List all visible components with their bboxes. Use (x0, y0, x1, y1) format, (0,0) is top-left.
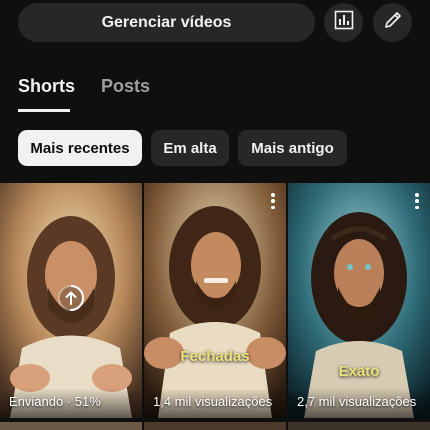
bar-chart-icon (334, 10, 354, 35)
thumbnail-overlay-text: Exato (338, 363, 380, 380)
thumbnail-overlay-text: Fechadas (180, 348, 250, 365)
chip-em-alta[interactable]: Em alta (151, 130, 229, 166)
short-card-peek (288, 422, 430, 430)
pencil-icon (383, 10, 403, 35)
chip-mais-recentes[interactable]: Mais recentes (18, 130, 142, 166)
next-row-peek (0, 422, 430, 430)
content-tabs: Shorts Posts (0, 68, 430, 114)
chip-mais-antigo[interactable]: Mais antigo (238, 130, 347, 166)
short-thumbnail (144, 183, 286, 418)
short-card-uploading[interactable]: Enviando · 51% (0, 183, 142, 418)
view-count: 2,7 mil visualizações (297, 394, 417, 409)
short-card[interactable]: Fechadas 1,4 mil visualizações (144, 183, 286, 418)
upload-progress-ring (56, 283, 86, 313)
edit-channel-button[interactable] (373, 3, 412, 42)
more-vert-icon[interactable] (270, 193, 276, 209)
view-count: 1,4 mil visualizações (153, 394, 273, 409)
tab-shorts[interactable]: Shorts (18, 76, 75, 97)
upload-status: Enviando · 51% (9, 394, 101, 409)
sort-chips: Mais recentes Em alta Mais antigo (0, 130, 430, 166)
top-bar: Gerenciar vídeos (0, 0, 430, 48)
more-vert-icon[interactable] (414, 193, 420, 209)
shorts-grid: Enviando · 51% Fechadas 1,4 mil visualiz… (0, 183, 430, 430)
short-card-peek (144, 422, 286, 430)
short-card[interactable]: Exato 2,7 mil visualizações (288, 183, 430, 418)
active-tab-indicator (18, 109, 70, 112)
short-card-peek (0, 422, 142, 430)
tab-posts[interactable]: Posts (101, 76, 150, 97)
analytics-button[interactable] (324, 3, 363, 42)
short-thumbnail (288, 183, 430, 418)
manage-videos-label: Gerenciar vídeos (101, 13, 232, 31)
manage-videos-button[interactable]: Gerenciar vídeos (18, 3, 315, 42)
